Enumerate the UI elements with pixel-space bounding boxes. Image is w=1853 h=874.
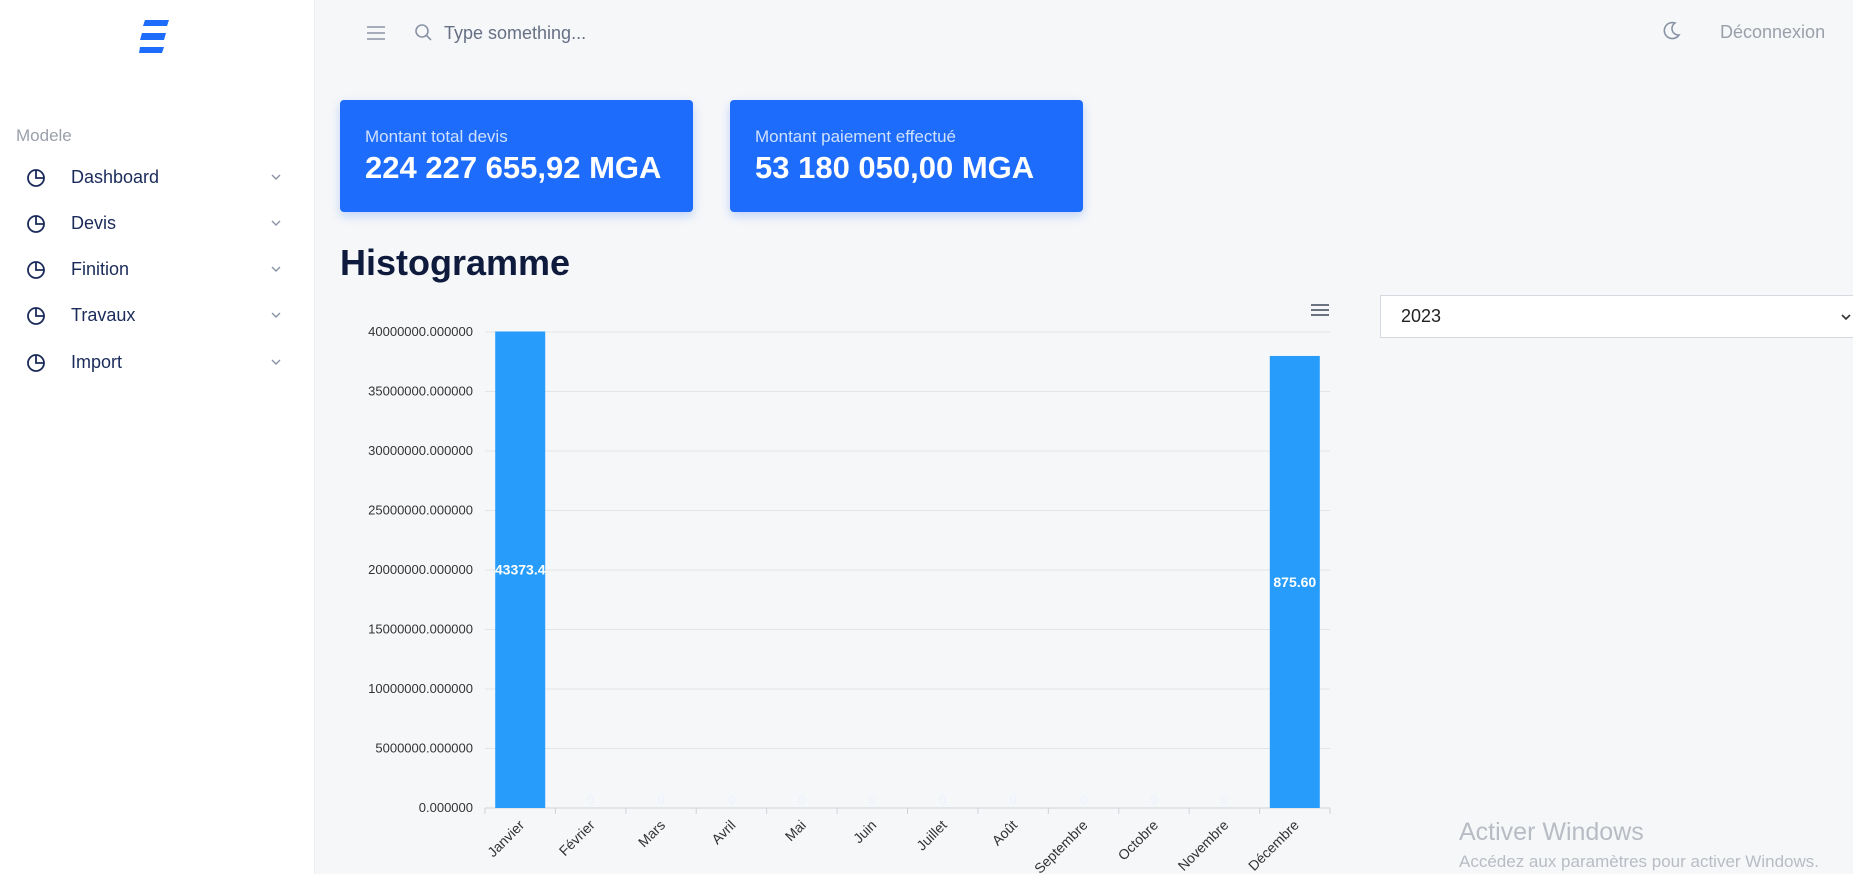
chevron-down-icon — [271, 359, 281, 365]
stat-card-paiement-effectue: Montant paiement effectué 53 180 050,00 … — [730, 100, 1083, 212]
data-label: 0 — [869, 793, 876, 807]
x-tick-label: Janvier — [484, 817, 527, 860]
watermark-title: Activer Windows — [1459, 818, 1644, 846]
pie-chart-icon — [27, 354, 45, 372]
data-label: 0 — [728, 793, 735, 807]
y-tick-label: 25000000.000000 — [368, 503, 473, 518]
topbar: Déconnexion — [316, 0, 1853, 66]
data-label: 0 — [939, 793, 946, 807]
page-title: Histogramme — [340, 242, 571, 283]
sidebar-item-label: Travaux — [71, 304, 136, 325]
data-label: 0 — [1010, 793, 1017, 807]
pie-chart-icon — [27, 215, 45, 233]
stat-card-value: 53 180 050,00 MGA — [755, 150, 1035, 185]
chevron-down-icon — [271, 174, 281, 180]
x-tick-label: Mai — [782, 817, 809, 844]
y-tick-label: 20000000.000000 — [368, 562, 473, 577]
logout-link[interactable]: Déconnexion — [1720, 22, 1825, 43]
x-tick-label: Décembre — [1245, 817, 1302, 874]
data-label: 0 — [799, 793, 806, 807]
stat-card-value: 224 227 655,92 MGA — [365, 150, 662, 185]
x-tick-label: Septembre — [1031, 817, 1091, 874]
data-label: 0 — [1080, 793, 1087, 807]
sidebar-item-travaux[interactable]: Travaux — [0, 295, 300, 335]
moon-icon[interactable] — [1660, 20, 1682, 42]
y-tick-label: 30000000.000000 — [368, 443, 473, 458]
x-tick-label: Avril — [708, 817, 738, 847]
sidebar-item-label: Devis — [71, 212, 117, 233]
sidebar: Modele Dashboard Devis Finition Travaux … — [0, 0, 315, 874]
data-label: 0 — [658, 793, 665, 807]
data-label: 43373.4 — [495, 562, 546, 578]
data-label: 0 — [1221, 793, 1228, 807]
y-tick-label: 5000000.000000 — [375, 741, 473, 756]
data-label: 875.60 — [1273, 574, 1316, 590]
y-tick-label: 10000000.000000 — [368, 681, 473, 696]
sidebar-item-label: Finition — [71, 258, 130, 279]
search-input[interactable] — [444, 18, 844, 48]
x-tick-label: Juillet — [913, 817, 950, 854]
data-label: 0 — [587, 793, 594, 807]
x-tick-label: Juin — [850, 817, 879, 846]
chevron-down-icon — [271, 220, 281, 226]
x-tick-label: Mars — [635, 817, 668, 850]
stat-card-label: Montant total devis — [365, 127, 508, 146]
sidebar-item-finition[interactable]: Finition — [0, 249, 300, 289]
histogram-chart: 0.000000 5000000.000000 10000000.000000 150… — [368, 324, 1331, 874]
y-tick-label: 0.000000 — [419, 800, 473, 815]
data-label: 0 — [1151, 793, 1158, 807]
year-select-value: 2023 — [1401, 306, 1442, 326]
sidebar-item-dashboard[interactable]: Dashboard — [0, 157, 300, 197]
watermark-subtitle: Accédez aux paramètres pour activer Wind… — [1459, 852, 1819, 871]
pie-chart-icon — [27, 169, 45, 187]
sidebar-item-label: Dashboard — [71, 166, 160, 187]
y-tick-label: 40000000.000000 — [368, 324, 473, 339]
x-tick-label: Novembre — [1175, 817, 1232, 874]
stat-card-label: Montant paiement effectué — [755, 127, 956, 146]
pie-chart-icon — [27, 261, 45, 279]
x-tick-label: Octobre — [1115, 817, 1162, 864]
sidebar-section-label: Modele — [16, 126, 72, 145]
stat-card-total-devis: Montant total devis 224 227 655,92 MGA — [340, 100, 693, 212]
menu-icon[interactable] — [366, 24, 386, 42]
pie-chart-icon — [27, 307, 45, 325]
y-tick-label: 15000000.000000 — [368, 622, 473, 637]
year-select[interactable]: 2023 — [1380, 295, 1853, 338]
chevron-down-icon — [271, 266, 281, 272]
sidebar-item-devis[interactable]: Devis — [0, 203, 300, 243]
sidebar-item-import[interactable]: Import — [0, 342, 300, 382]
chevron-down-icon — [271, 312, 281, 318]
search-icon — [415, 24, 432, 41]
logo-icon[interactable] — [139, 20, 171, 54]
x-tick-label: Février — [556, 817, 598, 859]
x-tick-label: Août — [989, 817, 1021, 849]
sidebar-item-label: Import — [71, 351, 123, 372]
y-tick-label: 35000000.000000 — [368, 384, 473, 399]
chevron-down-icon — [1841, 314, 1851, 321]
